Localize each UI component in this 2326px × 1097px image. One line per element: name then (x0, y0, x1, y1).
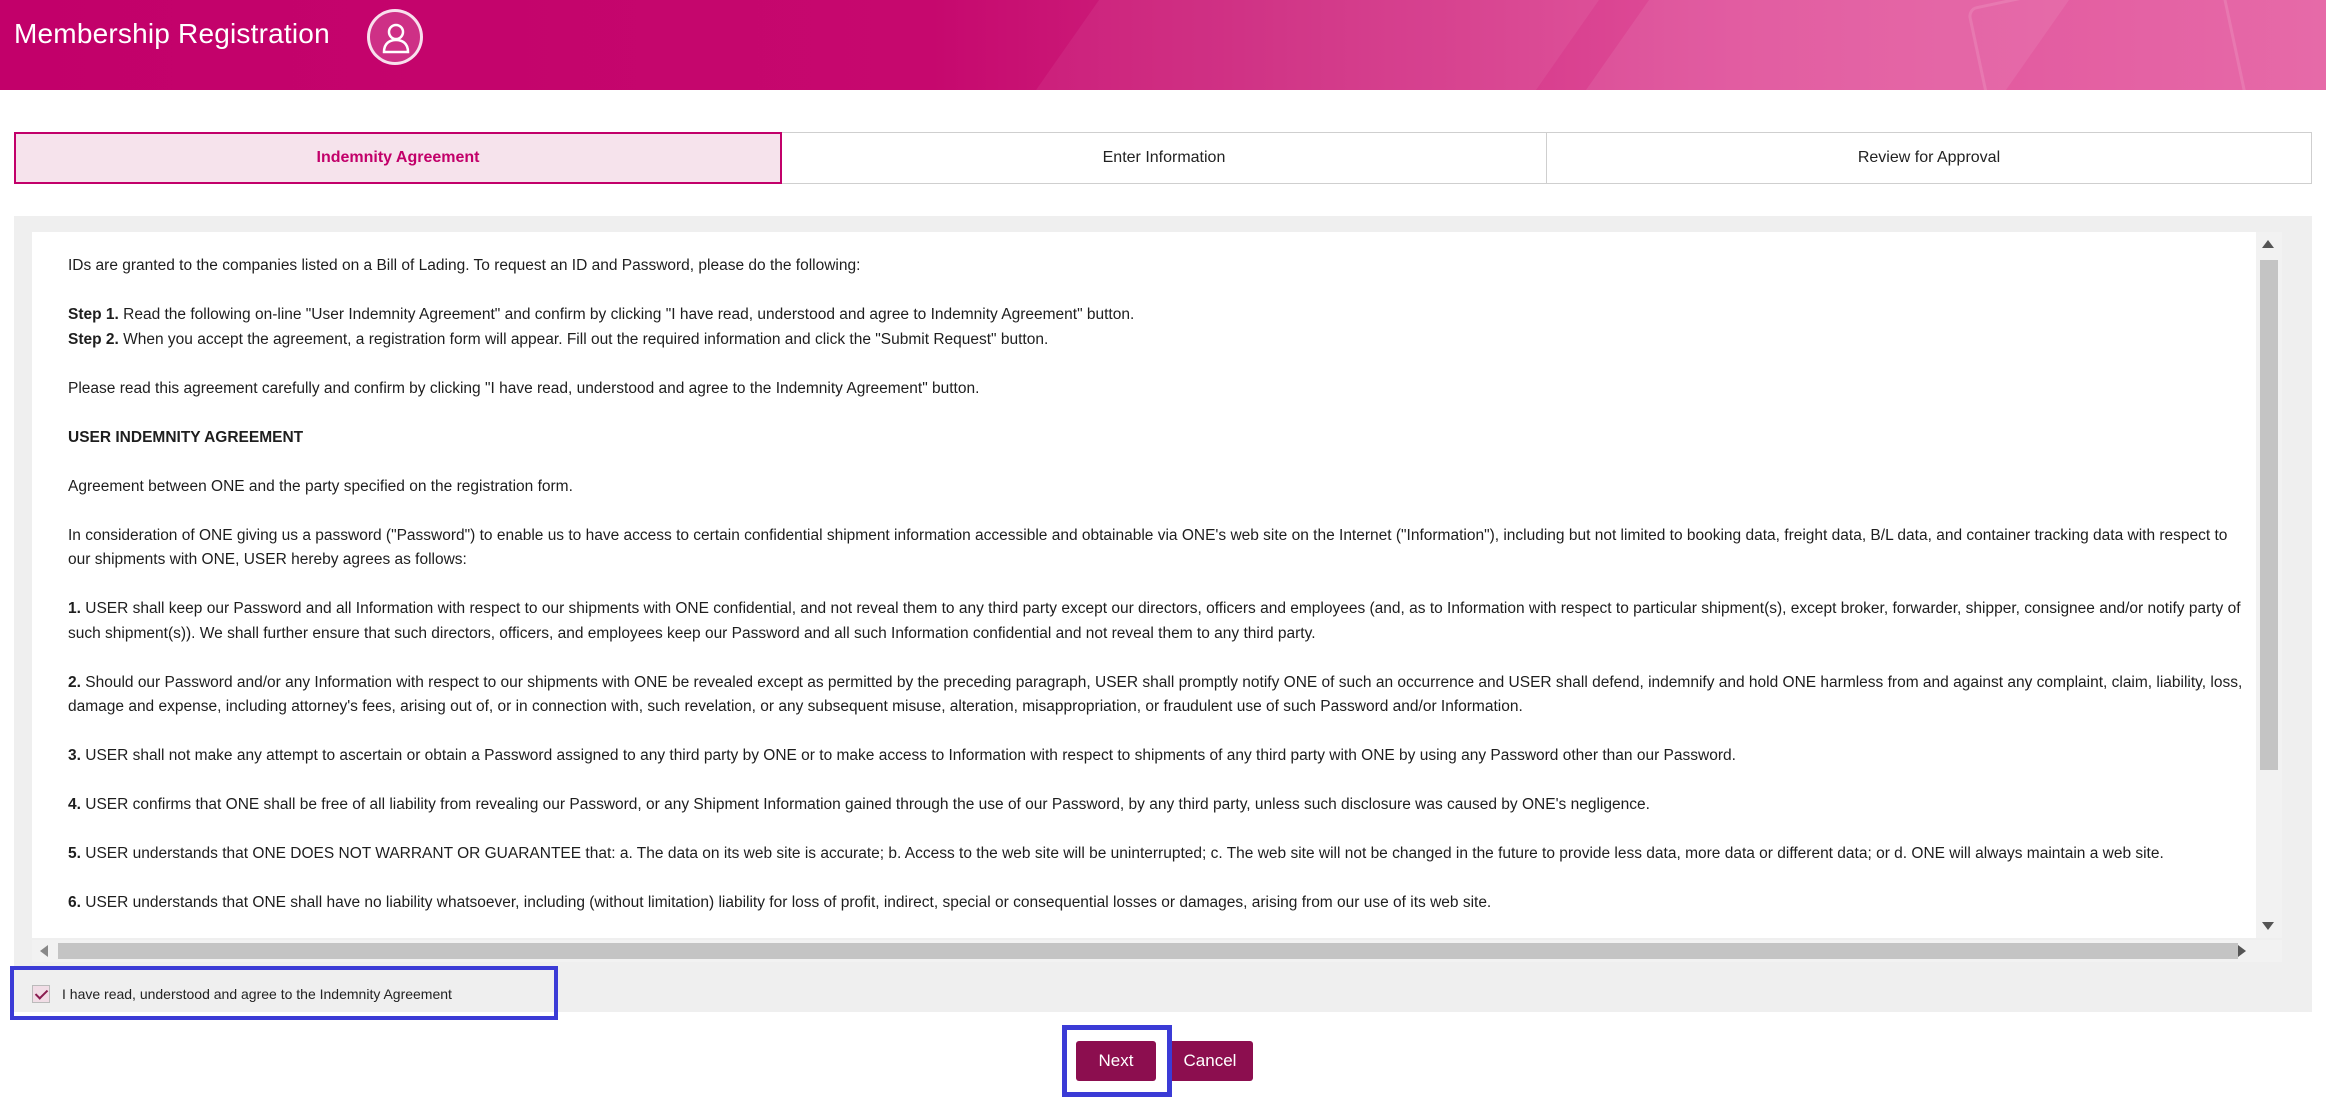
clause-number: 1. (68, 600, 81, 617)
step-tabs: Indemnity Agreement Enter Information Re… (14, 132, 2312, 184)
clause-text: USER shall not make any attempt to ascer… (80, 747, 1736, 764)
consideration-text: In consideration of ONE giving us a pass… (68, 526, 2228, 569)
clause-number: 4. (68, 796, 81, 813)
next-highlight-box (1062, 1025, 1172, 1097)
cancel-button[interactable]: Cancel (1167, 1041, 1253, 1081)
page-title: Membership Registration (14, 18, 330, 49)
clause-text: USER confirms that ONE shall be free of … (80, 796, 1650, 813)
clause-number: 6. (68, 894, 81, 911)
clause: 4. USER confirms that ONE shall be free … (68, 793, 2248, 818)
clause: 1. USER shall keep our Password and all … (68, 597, 2248, 646)
vertical-scrollbar[interactable] (2256, 232, 2282, 938)
step-1: Step 1. Read the following on-line "User… (68, 303, 2248, 328)
step-1-label: Step 1. (68, 306, 119, 323)
agreement-between: Agreement between ONE and the party spec… (68, 477, 573, 495)
clause-number: 2. (68, 673, 81, 691)
agree-highlight-box (10, 966, 558, 1020)
agreement-panel: IDs are granted to the companies listed … (14, 216, 2312, 1012)
clause-text: USER understands that ONE shall have no … (80, 894, 1492, 911)
clause-number: 5. (68, 845, 81, 862)
scroll-left-icon[interactable] (40, 945, 48, 957)
clause: 3. USER shall not make any attempt to as… (68, 744, 2248, 769)
agreement-heading-text: USER INDEMNITY AGREEMENT (68, 428, 304, 446)
clause: 2. Should our Password and/or any Inform… (68, 671, 2248, 720)
vertical-scroll-thumb[interactable] (2260, 260, 2278, 770)
clause-text: Should our Password and/or any Informati… (68, 673, 2243, 716)
clause-text: USER understands that ONE DOES NOT WARRA… (80, 845, 2164, 862)
user-icon (367, 9, 423, 65)
scroll-down-icon[interactable] (2262, 922, 2274, 930)
horizontal-scroll-thumb[interactable] (58, 943, 2238, 959)
tab-review-for-approval[interactable]: Review for Approval (1547, 132, 2312, 184)
tab-enter-information[interactable]: Enter Information (782, 132, 1547, 184)
scroll-right-icon[interactable] (2238, 945, 2246, 957)
header-decoration (1966, 0, 2250, 90)
page-header: Membership Registration (0, 0, 2326, 90)
step-2-label: Step 2. (68, 330, 119, 348)
clause: 5. USER understands that ONE DOES NOT WA… (68, 842, 2248, 867)
tab-indemnity-agreement[interactable]: Indemnity Agreement (14, 132, 782, 184)
agreement-document[interactable]: IDs are granted to the companies listed … (32, 232, 2282, 938)
horizontal-scrollbar[interactable] (32, 940, 2282, 962)
clause: 6. USER understands that ONE shall have … (68, 891, 2248, 916)
intro-text: IDs are granted to the companies listed … (68, 257, 861, 274)
agreement-heading: USER INDEMNITY AGREEMENT (68, 426, 2248, 451)
please-read-text: Please read this agreement carefully and… (68, 379, 980, 397)
clause-number: 3. (68, 747, 81, 764)
step-2: Step 2. When you accept the agreement, a… (68, 328, 2248, 353)
header-decoration (958, 0, 1642, 90)
clause-text: USER shall keep our Password and all Inf… (68, 600, 2241, 642)
scroll-up-icon[interactable] (2262, 240, 2274, 248)
agreement-text: IDs are granted to the companies listed … (68, 254, 2248, 938)
step-2-text: When you accept the agreement, a registr… (118, 330, 1049, 348)
step-1-text: Read the following on-line "User Indemni… (118, 306, 1135, 323)
